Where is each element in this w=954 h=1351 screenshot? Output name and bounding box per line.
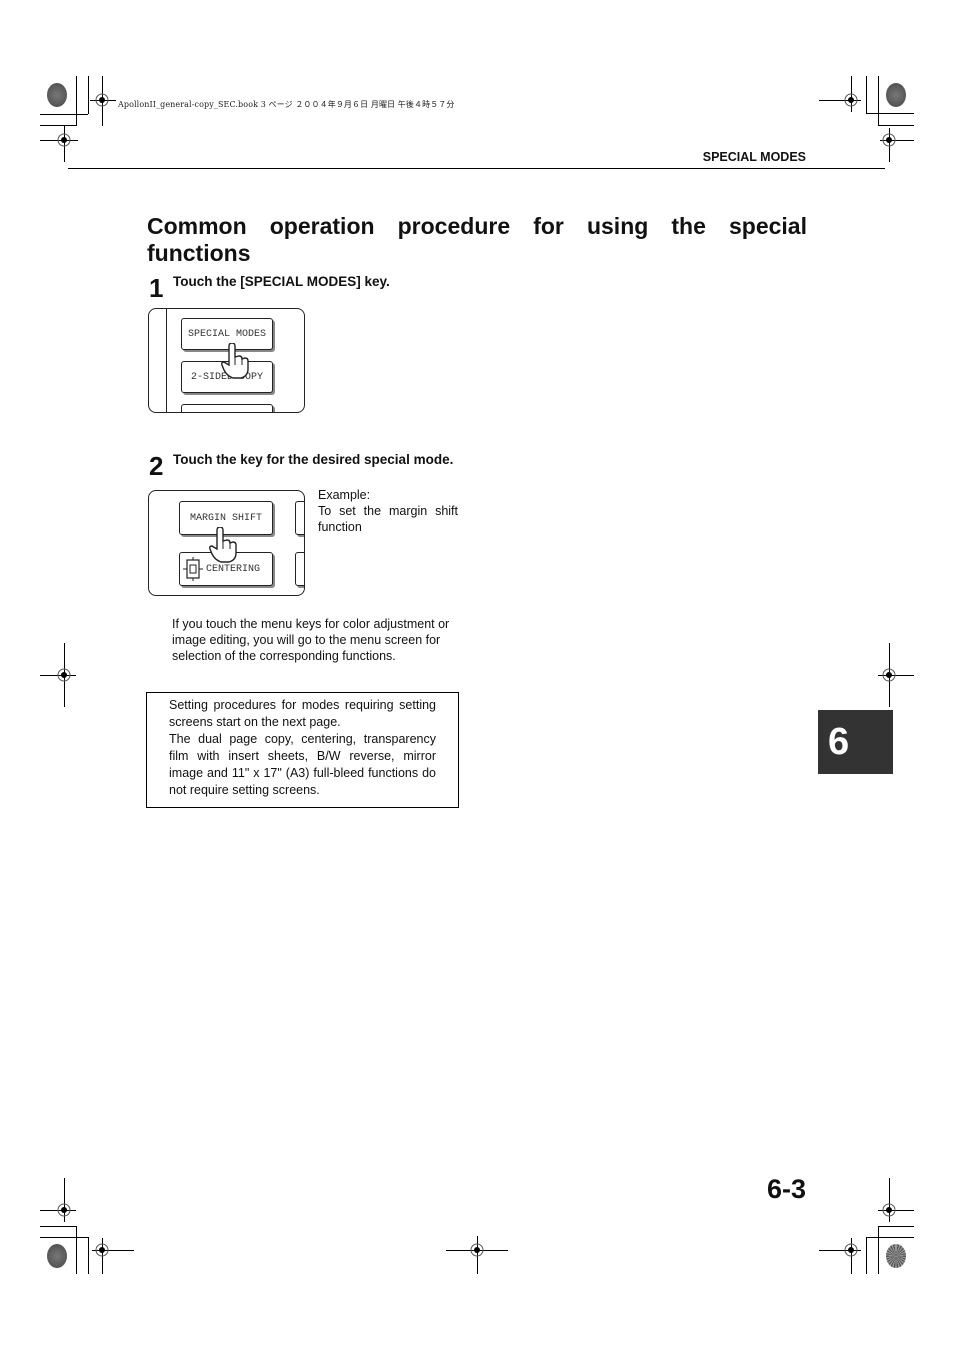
step-2-text: Touch the key for the desired special mo…	[173, 452, 454, 467]
registration-mark-icon	[881, 1202, 897, 1218]
page-title-line-1: Common operation procedure for using the…	[147, 213, 807, 239]
color-target-icon	[47, 83, 67, 107]
print-info-line: ApollonII_general-copy_SEC.book 3 ページ ２０…	[118, 100, 455, 109]
registration-mark-icon	[94, 92, 110, 108]
color-target-icon	[47, 1244, 67, 1268]
info-box: Setting procedures for modes requiring s…	[146, 692, 459, 808]
page-title: Common operation procedure for using the…	[147, 213, 807, 267]
step-2-number: 2	[149, 451, 164, 481]
color-target-icon	[886, 1244, 906, 1268]
step-1-number: 1	[149, 273, 164, 303]
registration-mark-icon	[56, 132, 72, 148]
header-rule	[68, 168, 885, 169]
registration-mark-icon	[881, 667, 897, 683]
registration-mark-icon	[843, 1242, 859, 1258]
running-head: SPECIAL MODES	[702, 150, 806, 164]
example-text: To set the margin shift function	[318, 504, 458, 534]
registration-mark-icon	[94, 1242, 110, 1258]
registration-mark-icon	[469, 1242, 485, 1258]
step-1-illustration: SPECIAL MODES 2-SIDED COPY	[148, 308, 305, 413]
blank-key	[181, 404, 273, 412]
page-number: 6-3	[766, 1174, 806, 1204]
step-2-illustration: MARGIN SHIFT CENTERING	[148, 490, 305, 596]
color-target-icon	[886, 83, 906, 107]
registration-mark-icon	[56, 1202, 72, 1218]
info-box-line-1: Setting procedures for modes requiring s…	[169, 698, 436, 729]
page-title-line-2: functions	[147, 240, 251, 266]
partial-key	[295, 501, 304, 535]
chapter-tab: 6	[818, 710, 893, 774]
registration-mark-icon	[881, 132, 897, 148]
info-box-line-2: The dual page copy, centering, transpare…	[169, 732, 436, 797]
step-1-text: Touch the [SPECIAL MODES] key.	[173, 274, 390, 289]
registration-mark-icon	[843, 92, 859, 108]
example-label: Example:	[318, 488, 371, 502]
hand-pointer-icon	[209, 527, 237, 563]
centering-key-label: CENTERING	[206, 563, 261, 575]
step-2-example: Example: To set the margin shift functio…	[318, 487, 458, 535]
hand-pointer-icon	[221, 343, 249, 379]
registration-mark-icon	[56, 667, 72, 683]
partial-key	[295, 552, 304, 586]
menu-keys-note: If you touch the menu keys for color adj…	[172, 617, 450, 663]
centering-icon	[183, 557, 203, 581]
